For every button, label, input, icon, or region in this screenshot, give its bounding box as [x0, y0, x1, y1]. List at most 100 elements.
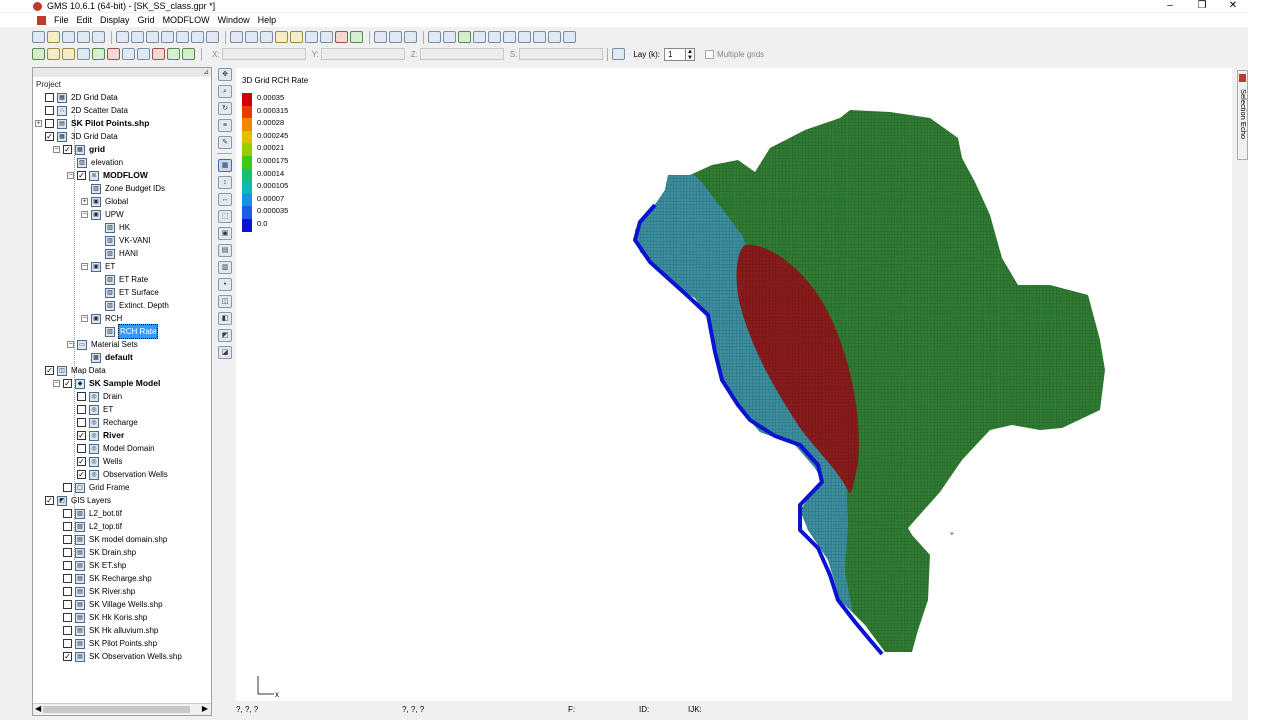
flag-icon[interactable] — [563, 31, 576, 43]
select-cell-index-tool-icon[interactable]: ▤ — [218, 244, 232, 257]
visibility-checkbox[interactable] — [45, 106, 54, 115]
new-project-icon[interactable] — [32, 31, 45, 43]
tree-item[interactable]: + ▤ SK Pilot Points.shp — [35, 117, 150, 130]
check-model-icon[interactable] — [473, 31, 486, 43]
plot-wizard-icon[interactable] — [290, 31, 303, 43]
tree-item[interactable]: ✓ ◩ GIS Layers — [35, 494, 112, 507]
tree-item[interactable]: ✓ ◎ Observation Wells — [67, 468, 169, 481]
visibility-checkbox[interactable] — [45, 119, 54, 128]
collapse-icon[interactable]: − — [53, 380, 60, 387]
gis-module-icon[interactable] — [182, 48, 195, 60]
visibility-checkbox[interactable] — [77, 392, 86, 401]
grid-3d-module-icon[interactable] — [137, 48, 150, 60]
visibility-checkbox[interactable] — [63, 600, 72, 609]
pin-icon[interactable]: ⊿ — [203, 68, 209, 76]
tree-item[interactable]: − ▭ Material Sets — [67, 338, 139, 351]
tree-item[interactable]: + ▣ Global — [81, 195, 129, 208]
tree-item[interactable]: ▦ 2D Grid Data — [35, 91, 119, 104]
tree-item[interactable]: ◎ Recharge — [67, 416, 139, 429]
run-model-icon[interactable] — [458, 31, 471, 43]
display-options-icon[interactable] — [230, 31, 243, 43]
edit-cell-tool-icon[interactable]: ◧ — [218, 312, 232, 325]
explorer-horizontal-scrollbar[interactable]: ◀ ▶ — [33, 703, 211, 715]
save-icon[interactable] — [62, 31, 75, 43]
visibility-checkbox[interactable]: ✓ — [63, 145, 72, 154]
tree-item[interactable]: ▤ SK River.shp — [53, 585, 136, 598]
menu-display[interactable]: Display — [96, 13, 134, 27]
map-module-icon[interactable] — [167, 48, 180, 60]
menu-file[interactable]: File — [50, 13, 73, 27]
tree-item[interactable]: ▥ ET Rate — [95, 273, 149, 286]
visibility-checkbox[interactable] — [63, 509, 72, 518]
tree-item[interactable]: ▧ L2_bot.tif — [53, 507, 123, 520]
select-all-icon[interactable] — [374, 31, 387, 43]
tree-item[interactable]: − ✓ ◆ SK Sample Model — [53, 377, 161, 390]
tree-item[interactable]: ✓ ◎ River — [67, 429, 125, 442]
mesh-2d-module-icon[interactable] — [77, 48, 90, 60]
visibility-checkbox[interactable] — [63, 613, 72, 622]
cross-section-tool-icon[interactable]: ◩ — [218, 329, 232, 342]
expand-icon[interactable]: + — [81, 198, 88, 205]
calculator-icon[interactable] — [443, 31, 456, 43]
create-cell-tool-icon[interactable]: ◫ — [218, 295, 232, 308]
rotate-icon[interactable] — [176, 31, 189, 43]
solid-module-icon[interactable] — [62, 48, 75, 60]
tree-item[interactable]: ▥ ET Surface — [95, 286, 160, 299]
layer-input[interactable]: 1 — [664, 47, 687, 61]
tree-item[interactable]: ▤ SK model domain.shp — [53, 533, 168, 546]
film-loop-icon[interactable] — [335, 31, 348, 43]
select-cells-tool-icon[interactable]: ▦ — [218, 159, 232, 172]
tree-item[interactable]: − ✓ ≋ MODFLOW — [67, 169, 149, 182]
ruler-icon[interactable] — [305, 31, 318, 43]
tree-item[interactable]: ▥ RCH Rate — [95, 324, 159, 339]
rch-rate-grid-map[interactable]: + — [236, 68, 1232, 701]
select-k-tool-icon[interactable]: ⬚ — [218, 210, 232, 223]
graphics-window[interactable]: + 3D Grid RCH Rate 0.00035 0.000315 0.0002… — [236, 68, 1232, 701]
layer-spinner[interactable]: ▲ ▼ — [686, 47, 696, 61]
menu-modflow[interactable]: MODFLOW — [159, 13, 214, 27]
minimize-button[interactable]: – — [1155, 0, 1185, 12]
scatter-2d-module-icon[interactable] — [107, 48, 120, 60]
visibility-checkbox[interactable]: ✓ — [45, 496, 54, 505]
get-data-icon[interactable] — [92, 31, 105, 43]
rotate-tool-icon[interactable]: ↻ — [218, 102, 232, 115]
collapse-icon[interactable]: − — [53, 146, 60, 153]
scroll-left-icon[interactable]: ◀ — [35, 704, 41, 713]
tree-item[interactable]: ▥ elevation — [67, 156, 124, 169]
collapse-icon[interactable]: − — [81, 263, 88, 270]
tree-item[interactable]: ▤ SK Hk alluvium.shp — [53, 624, 159, 637]
select-nodes-tool-icon[interactable]: ▣ — [218, 227, 232, 240]
y-coordinate-field[interactable] — [320, 48, 405, 60]
visibility-checkbox[interactable] — [63, 587, 72, 596]
tree-item[interactable]: ▤ SK Recharge.shp — [53, 572, 153, 585]
tree-item[interactable]: ▢ Grid Frame — [53, 481, 130, 494]
zoom-tool-icon[interactable]: ⌕ — [218, 85, 232, 98]
tree-item[interactable]: ▥ Zone Budget IDs — [81, 182, 166, 195]
visibility-checkbox[interactable] — [77, 418, 86, 427]
read-solution-icon[interactable] — [488, 31, 501, 43]
transform-icon[interactable] — [518, 31, 531, 43]
visibility-checkbox[interactable] — [63, 535, 72, 544]
tree-item[interactable]: ▥ HANI — [95, 247, 139, 260]
tree-item[interactable]: ◎ ET — [67, 403, 114, 416]
pan-tool-icon[interactable]: ✥ — [218, 68, 232, 81]
tree-item[interactable]: ▥ Extinct. Depth — [95, 299, 170, 312]
oblique-view-icon[interactable] — [161, 31, 174, 43]
menu-edit[interactable]: Edit — [73, 13, 97, 27]
visibility-checkbox[interactable]: ✓ — [77, 431, 86, 440]
collapse-icon[interactable]: − — [81, 211, 88, 218]
print-icon[interactable] — [77, 31, 90, 43]
visibility-checkbox[interactable] — [63, 548, 72, 557]
visibility-checkbox[interactable] — [63, 561, 72, 570]
visibility-checkbox[interactable]: ✓ — [45, 366, 54, 375]
s-value-field[interactable] — [519, 48, 604, 60]
front-view-icon[interactable] — [131, 31, 144, 43]
visibility-checkbox[interactable] — [63, 639, 72, 648]
visibility-checkbox[interactable] — [63, 483, 72, 492]
tree-item[interactable]: ▤ SK Drain.shp — [53, 546, 137, 559]
select-layer-tool-icon[interactable]: ▥ — [218, 261, 232, 274]
tree-item[interactable]: ▧ L2_top.tif — [53, 520, 123, 533]
open-folder-icon[interactable] — [47, 31, 60, 43]
hide-icon[interactable] — [389, 31, 402, 43]
tree-item[interactable]: ◎ Drain — [67, 390, 123, 403]
